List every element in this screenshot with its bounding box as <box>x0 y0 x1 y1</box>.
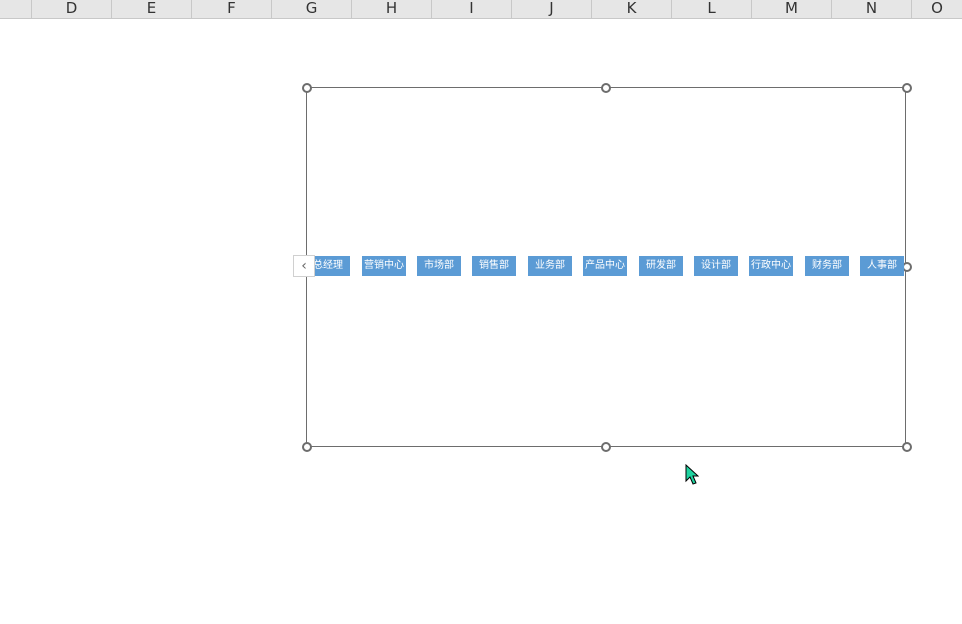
column-header-k[interactable]: K <box>592 0 672 18</box>
tag-button[interactable]: 财务部 <box>805 256 849 276</box>
tag-button[interactable]: 市场部 <box>417 256 461 276</box>
column-header-i[interactable]: I <box>432 0 512 18</box>
resize-handle-top-center[interactable] <box>601 83 611 93</box>
tag-button[interactable]: 设计部 <box>694 256 738 276</box>
resize-handle-top-right[interactable] <box>902 83 912 93</box>
column-header-c[interactable] <box>0 0 32 18</box>
resize-handle-bottom-right[interactable] <box>902 442 912 452</box>
column-header-d[interactable]: D <box>32 0 112 18</box>
column-header-e[interactable]: E <box>112 0 192 18</box>
tag-button[interactable]: 研发部 <box>639 256 683 276</box>
mouse-pointer-icon <box>685 464 699 485</box>
column-header-l[interactable]: L <box>672 0 752 18</box>
tag-button[interactable]: 营销中心 <box>362 256 406 276</box>
tag-button[interactable]: 人事部 <box>860 256 904 276</box>
column-header-g[interactable]: G <box>272 0 352 18</box>
column-header-f[interactable]: F <box>192 0 272 18</box>
column-header-m[interactable]: M <box>752 0 832 18</box>
tag-button[interactable]: 产品中心 <box>583 256 627 276</box>
resize-handle-bottom-center[interactable] <box>601 442 611 452</box>
column-header-h[interactable]: H <box>352 0 432 18</box>
scroll-left-button[interactable]: ‹ <box>293 255 315 277</box>
column-header-o[interactable]: O <box>912 0 962 18</box>
chevron-left-icon: ‹ <box>301 258 307 274</box>
tag-button[interactable]: 销售部 <box>472 256 516 276</box>
tag-button[interactable]: 业务部 <box>528 256 572 276</box>
resize-handle-bottom-left[interactable] <box>302 442 312 452</box>
column-header-j[interactable]: J <box>512 0 592 18</box>
resize-handle-top-left[interactable] <box>302 83 312 93</box>
column-header-n[interactable]: N <box>832 0 912 18</box>
column-header-bar: D E F G H I J K L M N O <box>0 0 962 19</box>
tag-button[interactable]: 行政中心 <box>749 256 793 276</box>
